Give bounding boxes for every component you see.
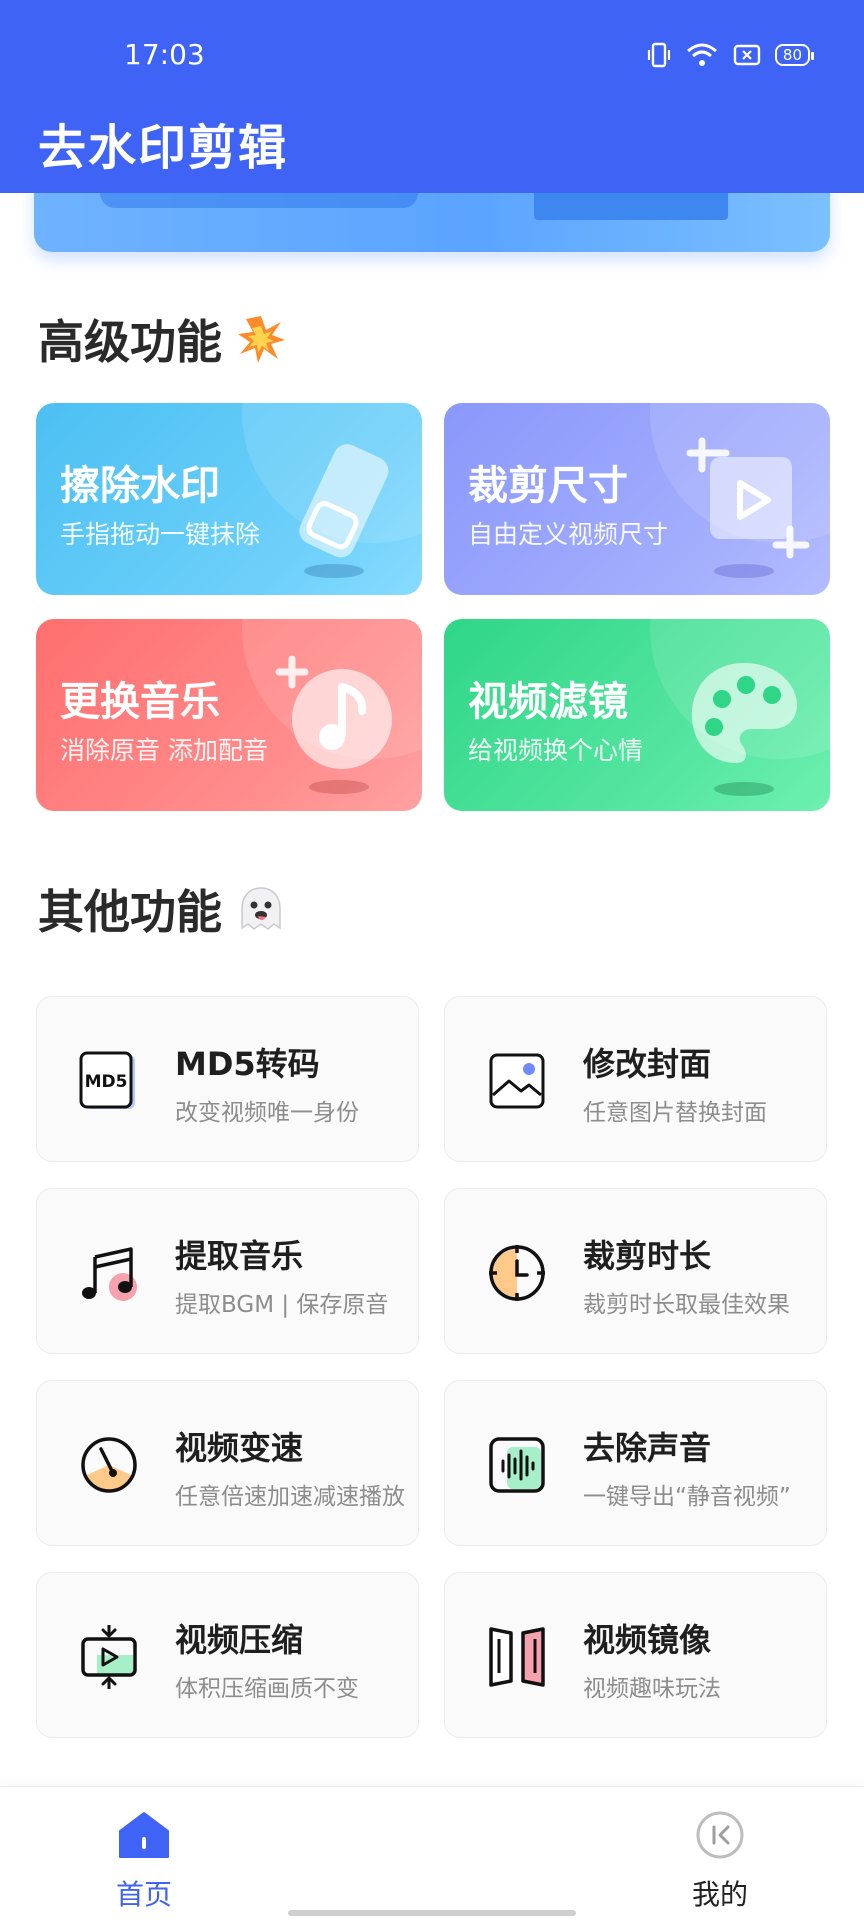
tool-remove-sound[interactable]: 去除声音 一键导出“静音视频” [444,1380,827,1546]
feature-title: 视频滤镜 [468,679,628,725]
music-disc-icon [274,649,404,799]
feature-subtitle: 手指拖动一键抹除 [60,520,261,549]
home-indicator[interactable] [288,1910,576,1916]
tool-video-mirror[interactable]: 视频镜像 视频趣味玩法 [444,1572,827,1738]
tool-video-compress[interactable]: 视频压缩 体积压缩画质不变 [36,1572,419,1738]
compress-icon [77,1621,141,1693]
ghost-icon [236,884,286,934]
nav-mine-label: 我的 [691,1878,748,1911]
advanced-section-label: 高级功能 [38,315,222,369]
tool-video-speed[interactable]: 视频变速 任意倍速加速减速播放 [36,1380,419,1546]
other-section-label: 其他功能 [38,885,222,939]
wifi-icon [685,40,719,70]
app-title: 去水印剪辑 [38,120,289,176]
tool-title: 修改封面 [583,1045,712,1083]
feature-erase-watermark[interactable]: 擦除水印 手指拖动一键抹除 [36,403,422,595]
explosion-icon [236,314,286,364]
tool-title: 视频压缩 [175,1621,304,1659]
nav-home-label: 首页 [115,1878,172,1911]
tool-change-cover[interactable]: 修改封面 任意图片替换封面 [444,996,827,1162]
tool-subtitle: 改变视频唯一身份 [175,1100,359,1126]
advanced-section-title: 高级功能 [38,306,286,372]
status-time: 17:03 [124,38,205,71]
tool-subtitle: 体积压缩画质不变 [175,1676,359,1702]
image-icon [485,1049,549,1113]
feature-subtitle: 给视频换个心情 [468,736,644,765]
vibrate-icon [647,40,671,70]
tool-subtitle: 视频趣味玩法 [583,1676,721,1702]
other-section-title: 其他功能 [38,876,286,942]
waveform-icon [485,1433,549,1497]
tool-title: 提取音乐 [175,1237,304,1275]
feature-video-filter[interactable]: 视频滤镜 给视频换个心情 [444,619,830,811]
tool-subtitle: 一键导出“静音视频” [583,1484,791,1510]
home-icon [118,1809,170,1861]
tool-subtitle: 提取BGM | 保存原音 [175,1292,389,1318]
clock-icon [485,1241,549,1305]
feature-subtitle: 自由定义视频尺寸 [468,520,669,549]
tool-title: 视频变速 [175,1429,304,1467]
tool-subtitle: 任意倍速加速减速播放 [175,1484,405,1510]
profile-icon [694,1809,746,1861]
status-icons: 80 [647,40,815,70]
md5-icon: MD5 [77,1049,141,1113]
tool-subtitle: 裁剪时长取最佳效果 [583,1292,790,1318]
battery-indicator: 80 [774,44,815,66]
palette-icon [682,649,812,799]
tool-title: 去除声音 [583,1429,712,1467]
mirror-icon [485,1625,549,1689]
nav-home[interactable]: 首页 [84,1809,204,1913]
feature-title: 裁剪尺寸 [468,463,628,509]
tool-extract-music[interactable]: 提取音乐 提取BGM | 保存原音 [36,1188,419,1354]
feature-title: 更换音乐 [60,679,220,725]
bottom-navigation: 首页 我的 [0,1786,864,1920]
feature-title: 擦除水印 [60,463,220,509]
music-note-icon [77,1241,141,1305]
feature-crop-size[interactable]: 裁剪尺寸 自由定义视频尺寸 [444,403,830,595]
tool-trim-duration[interactable]: 裁剪时长 裁剪时长取最佳效果 [444,1188,827,1354]
sim-off-icon [733,40,761,70]
speedometer-icon [77,1433,141,1497]
nav-mine[interactable]: 我的 [660,1809,780,1913]
tool-title: 裁剪时长 [583,1237,712,1275]
tool-md5[interactable]: MD5 MD5转码 改变视频唯一身份 [36,996,419,1162]
feature-subtitle: 消除原音 添加配音 [60,736,268,765]
tool-title: 视频镜像 [583,1621,712,1659]
feature-change-music[interactable]: 更换音乐 消除原音 添加配音 [36,619,422,811]
eraser-icon [274,433,404,583]
tool-subtitle: 任意图片替换封面 [583,1100,767,1126]
crop-icon [682,433,812,583]
app-header: 17:03 80 去水印剪辑 [0,0,864,193]
svg-text:MD5: MD5 [85,1072,128,1092]
tool-title: MD5转码 [175,1045,320,1083]
